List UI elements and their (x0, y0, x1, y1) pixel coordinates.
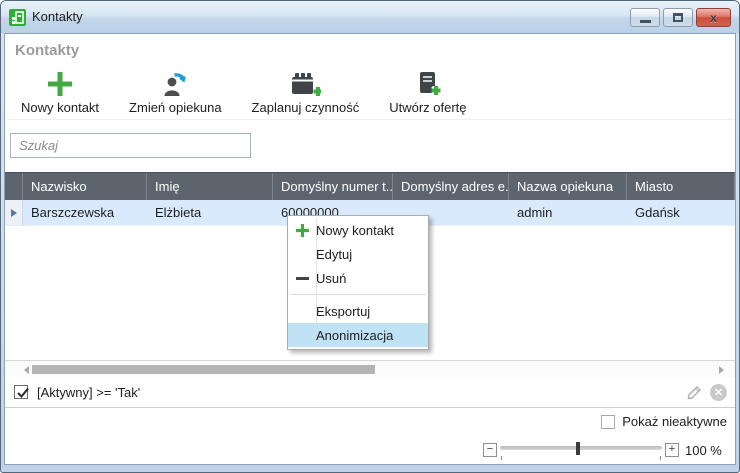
maximize-icon (673, 13, 683, 22)
menu-item-edytuj[interactable]: Edytuj (288, 242, 428, 266)
minimize-button[interactable] (630, 8, 660, 27)
zoom-out-button[interactable]: − (483, 443, 497, 457)
filter-bar: [Aktywny] >= 'Tak' ✕ (5, 377, 735, 408)
new-contact-button[interactable]: Nowy kontakt (9, 66, 111, 117)
context-menu: Nowy kontakt Edytuj Usuń Eksportuj Anoni… (287, 215, 429, 350)
column-header-miasto[interactable]: Miasto (627, 173, 735, 200)
titlebar: Kontakty x (1, 1, 739, 33)
scroll-right-icon[interactable] (719, 366, 724, 374)
change-owner-button[interactable]: Zmień opiekuna (117, 66, 234, 117)
toolbar-label: Nowy kontakt (21, 100, 100, 115)
column-header-imie[interactable]: Imię (147, 173, 273, 200)
grid-header: Nazwisko Imię Domyślny numer t... Domyśl… (5, 172, 735, 200)
zoom-tick (660, 456, 661, 460)
toolbar: Nowy kontakt Zmień opiekuna Zaplanuj czy… (9, 66, 735, 120)
filter-checkbox[interactable] (14, 385, 29, 399)
toolbar-label: Zmień opiekuna (129, 100, 222, 115)
close-button[interactable]: x (696, 8, 731, 27)
window-controls: x (627, 8, 731, 27)
menu-item-label: Edytuj (316, 246, 353, 262)
scroll-left-icon[interactable] (24, 366, 29, 374)
column-header-opiekun[interactable]: Nazwa opiekuna (509, 173, 627, 200)
create-offer-button[interactable]: Utwórz ofertę (377, 66, 478, 117)
column-header-nazwisko[interactable]: Nazwisko (23, 173, 147, 200)
cell-imie: Elżbieta (155, 205, 202, 220)
toolbar-label: Utwórz ofertę (389, 100, 467, 115)
cell-nazwisko: Barszczewska (31, 205, 115, 220)
zoom-slider-track[interactable] (500, 446, 662, 450)
zoom-tick (501, 456, 502, 460)
new-contact-plus-icon (45, 68, 75, 99)
menu-item-label: Eksportuj (316, 303, 371, 319)
horizontal-scrollbar[interactable] (5, 360, 735, 377)
menu-item-label: Usuń (316, 270, 347, 286)
edit-pencil-icon[interactable] (686, 384, 703, 401)
column-header-adres[interactable]: Domyślny adres e... (393, 173, 509, 200)
zoom-slider-thumb[interactable] (576, 442, 580, 455)
filter-expression: [Aktywny] >= 'Tak' (37, 384, 141, 400)
menu-item-anonimizacja[interactable]: Anonimizacja (288, 323, 428, 347)
show-inactive-label: Pokaż nieaktywne (622, 414, 727, 429)
minimize-icon (639, 20, 651, 23)
row-indicator (5, 200, 23, 225)
create-offer-icon (413, 68, 443, 99)
toolbar-label: Zaplanuj czynność (251, 100, 360, 115)
row-indicator-header (5, 173, 23, 200)
schedule-activity-button[interactable]: Zaplanuj czynność (240, 66, 372, 117)
cell-opiekun: admin (517, 205, 553, 220)
minus-icon (288, 276, 316, 280)
menu-item-eksportuj[interactable]: Eksportuj (288, 299, 428, 323)
cell-miasto: Gdańsk (635, 205, 680, 220)
app-icon (9, 9, 26, 26)
panel-title: Kontakty (15, 42, 80, 59)
search-input[interactable] (10, 133, 251, 158)
maximize-button[interactable] (663, 8, 693, 27)
zoom-slider[interactable] (498, 439, 664, 461)
window-title: Kontakty (32, 9, 83, 24)
zoom-percent: 100 % (685, 442, 722, 458)
plus-icon (288, 223, 316, 238)
show-inactive-checkbox[interactable] (601, 414, 616, 429)
current-row-arrow-icon (10, 208, 17, 217)
menu-item-nowy-kontakt[interactable]: Nowy kontakt (288, 218, 428, 242)
column-header-numer[interactable]: Domyślny numer t... (273, 173, 393, 200)
checkmark-icon (17, 387, 29, 398)
menu-item-label: Nowy kontakt (316, 222, 395, 238)
schedule-activity-icon (289, 68, 322, 99)
menu-separator (290, 294, 426, 295)
scrollbar-thumb[interactable] (32, 365, 375, 374)
zoom-in-button[interactable]: + (665, 443, 679, 457)
close-icon: x (710, 10, 717, 25)
change-owner-icon (160, 68, 190, 99)
app-window: Kontakty x Kontakty Nowy kontakt Zmień o… (0, 0, 740, 473)
zoom-control: − + 100 % (483, 439, 727, 461)
menu-item-usun[interactable]: Usuń (288, 266, 428, 290)
clear-filter-icon[interactable]: ✕ (710, 383, 727, 401)
show-inactive-option[interactable]: Pokaż nieaktywne (601, 414, 727, 429)
menu-item-label: Anonimizacja (316, 327, 394, 343)
